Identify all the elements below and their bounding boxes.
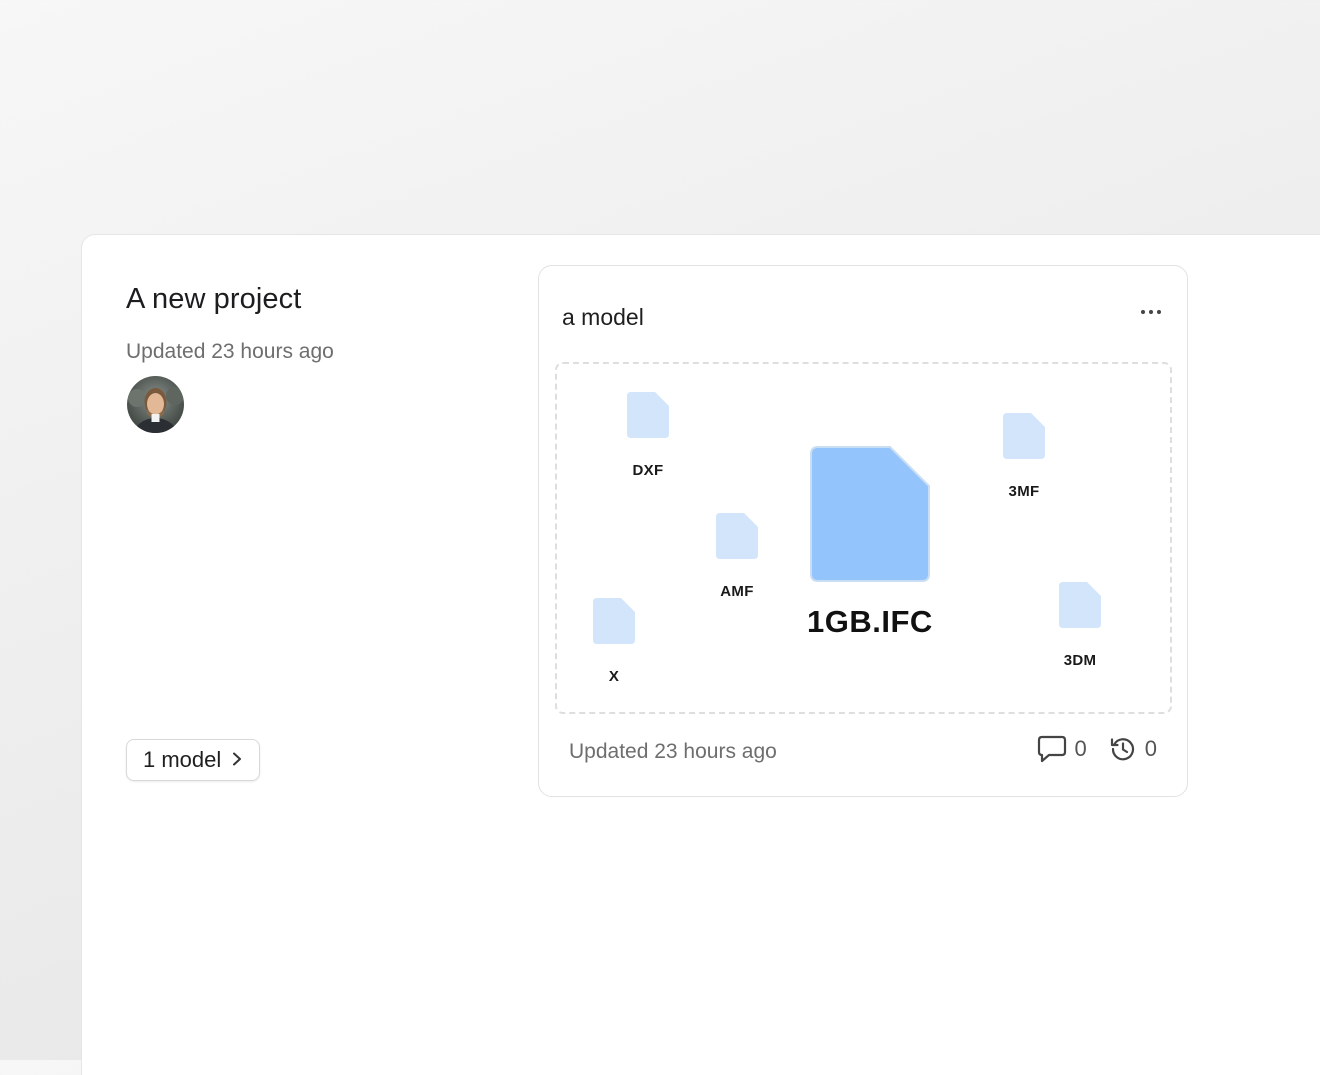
file-label: AMF — [720, 583, 754, 600]
file-item-main: 1GB.IFC — [807, 446, 933, 640]
comments-stat[interactable]: 0 — [1037, 735, 1087, 763]
model-card[interactable]: a model DXF 3MF AMF X 3DM 1GB.IFC Update… — [538, 265, 1188, 797]
file-label: X — [608, 668, 620, 685]
model-preview[interactable]: DXF 3MF AMF X 3DM 1GB.IFC — [555, 362, 1172, 714]
comments-count: 0 — [1074, 736, 1087, 761]
file-icon-large — [809, 446, 930, 582]
models-button-label: 1 model — [143, 747, 222, 772]
file-icon — [627, 392, 669, 438]
file-icon — [593, 598, 635, 644]
file-item-3mf: 3MF — [1003, 413, 1045, 500]
history-icon — [1110, 738, 1134, 761]
file-icon — [1059, 582, 1101, 628]
model-updated-time: Updated 23 hours ago — [569, 740, 777, 763]
avatar[interactable] — [127, 376, 184, 433]
model-stats: 0 0 — [1037, 735, 1157, 763]
file-label: 3DM — [1063, 652, 1097, 669]
versions-count: 0 — [1144, 736, 1157, 761]
more-options-button[interactable] — [1135, 298, 1167, 326]
versions-stat[interactable]: 0 — [1109, 735, 1157, 763]
models-button[interactable]: 1 model — [126, 739, 261, 781]
file-item-x: X — [593, 598, 635, 685]
main-file-label: 1GB.IFC — [807, 604, 933, 639]
file-icon — [716, 513, 758, 559]
chevron-right-icon — [231, 751, 243, 769]
more-horizontal-icon — [1141, 310, 1161, 314]
user-avatar-icon — [128, 387, 184, 433]
file-item-dxf: DXF — [627, 392, 669, 479]
model-name[interactable]: a model — [562, 304, 644, 331]
file-item-amf: AMF — [716, 513, 758, 600]
file-label: DXF — [632, 462, 664, 479]
file-icon — [1003, 413, 1045, 459]
project-updated-time: Updated 23 hours ago — [126, 340, 334, 363]
comment-icon — [1037, 735, 1066, 763]
file-item-3dm: 3DM — [1059, 582, 1101, 669]
project-panel: A new project Updated 23 hours ago 1 mod… — [81, 234, 1320, 1075]
file-label: 3MF — [1008, 483, 1040, 500]
project-title[interactable]: A new project — [126, 283, 301, 316]
